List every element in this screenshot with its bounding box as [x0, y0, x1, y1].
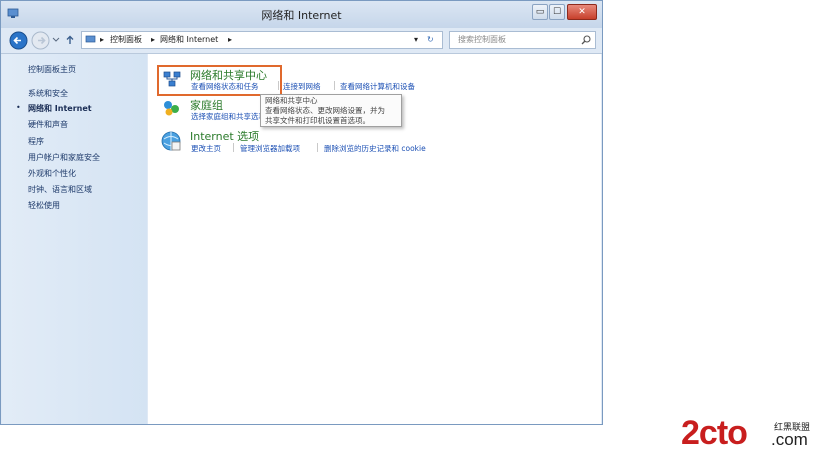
internet-options-title[interactable]: Internet 选项: [190, 128, 259, 144]
search-input[interactable]: 搜索控制面板: [449, 31, 596, 49]
sidebar-active-bullet: •: [16, 103, 21, 112]
address-bar[interactable]: ▸ 控制面板 ▸ 网络和 Internet ▸ ▾ ↻: [81, 31, 443, 49]
internet-options-icon[interactable]: [160, 130, 182, 152]
tooltip-line: 共享文件和打印机设置首选项。: [265, 116, 370, 125]
sidebar-item-home[interactable]: 控制面板主页: [28, 64, 76, 75]
homegroup-options-link[interactable]: 选择家庭组和共享选项: [191, 111, 266, 122]
sidebar-item-system-security[interactable]: 系统和安全: [28, 88, 68, 99]
highlight-box: [157, 65, 282, 96]
control-panel-small-icon: [85, 35, 96, 43]
delete-history-link[interactable]: 删除浏览的历史记录和 cookie: [324, 143, 426, 154]
breadcrumb-current[interactable]: 网络和 Internet: [160, 32, 218, 48]
navigation-bar: ▸ 控制面板 ▸ 网络和 Internet ▸ ▾ ↻ 搜索控制面板: [1, 28, 602, 54]
sidebar-item-programs[interactable]: 程序: [28, 136, 44, 147]
watermark-brand: 2cto: [681, 414, 748, 452]
link-separator: [334, 81, 335, 90]
connect-to-network-link[interactable]: 连接到网络: [283, 81, 321, 92]
title-bar[interactable]: 网络和 Internet ▭ ☐ ✕: [1, 1, 602, 28]
tooltip-title: 网络和共享中心: [265, 96, 318, 105]
breadcrumb-separator-icon: ▸: [151, 35, 156, 44]
sidebar-item-hardware-sound[interactable]: 硬件和声音: [28, 119, 68, 130]
recent-pages-chevron-icon[interactable]: [52, 37, 60, 43]
back-arrow-icon[interactable]: [9, 31, 28, 50]
sidebar-item-ease-of-access[interactable]: 轻松使用: [28, 200, 60, 211]
sidebar-item-appearance[interactable]: 外观和个性化: [28, 168, 76, 179]
breadcrumb-separator-icon: ▸: [228, 35, 233, 44]
link-separator: [317, 143, 318, 152]
breadcrumb-separator-icon: ▸: [100, 35, 105, 44]
sidebar-item-user-accounts[interactable]: 用户帐户和家庭安全: [28, 152, 100, 163]
control-panel-window: 网络和 Internet ▭ ☐ ✕ ▸ 控制面板 ▸ 网络和 Internet: [0, 0, 603, 425]
maximize-button[interactable]: ☐: [549, 4, 565, 20]
address-dropdown-icon[interactable]: ▾: [414, 32, 418, 48]
close-button[interactable]: ✕: [567, 4, 597, 20]
forward-arrow-icon[interactable]: [31, 31, 50, 50]
sidebar-item-network-internet[interactable]: 网络和 Internet: [28, 103, 92, 114]
view-network-computers-link[interactable]: 查看网络计算机和设备: [340, 81, 415, 92]
breadcrumb-root[interactable]: 控制面板: [110, 32, 142, 48]
manage-addons-link[interactable]: 管理浏览器加载项: [240, 143, 300, 154]
watermark-suffix: .com: [771, 430, 808, 449]
tooltip: 网络和共享中心 查看网络状态、更改网络设置，并为 共享文件和打印机设置首选项。: [260, 94, 402, 127]
search-icon[interactable]: [581, 35, 591, 45]
window-title: 网络和 Internet: [261, 9, 342, 22]
refresh-icon[interactable]: ↻: [427, 32, 434, 48]
homegroup-icon[interactable]: [161, 98, 183, 118]
sidebar: 控制面板主页 系统和安全 • 网络和 Internet 硬件和声音 程序 用户帐…: [2, 54, 147, 424]
up-arrow-icon[interactable]: [64, 34, 76, 46]
minimize-button[interactable]: ▭: [532, 4, 548, 20]
change-homepage-link[interactable]: 更改主页: [191, 143, 221, 154]
link-separator: [233, 143, 234, 152]
tooltip-line: 查看网络状态、更改网络设置，并为: [265, 106, 385, 115]
watermark-logo: 2cto 红黑联盟 .com: [681, 412, 816, 454]
sidebar-item-clock-region[interactable]: 时钟、语言和区域: [28, 184, 92, 195]
